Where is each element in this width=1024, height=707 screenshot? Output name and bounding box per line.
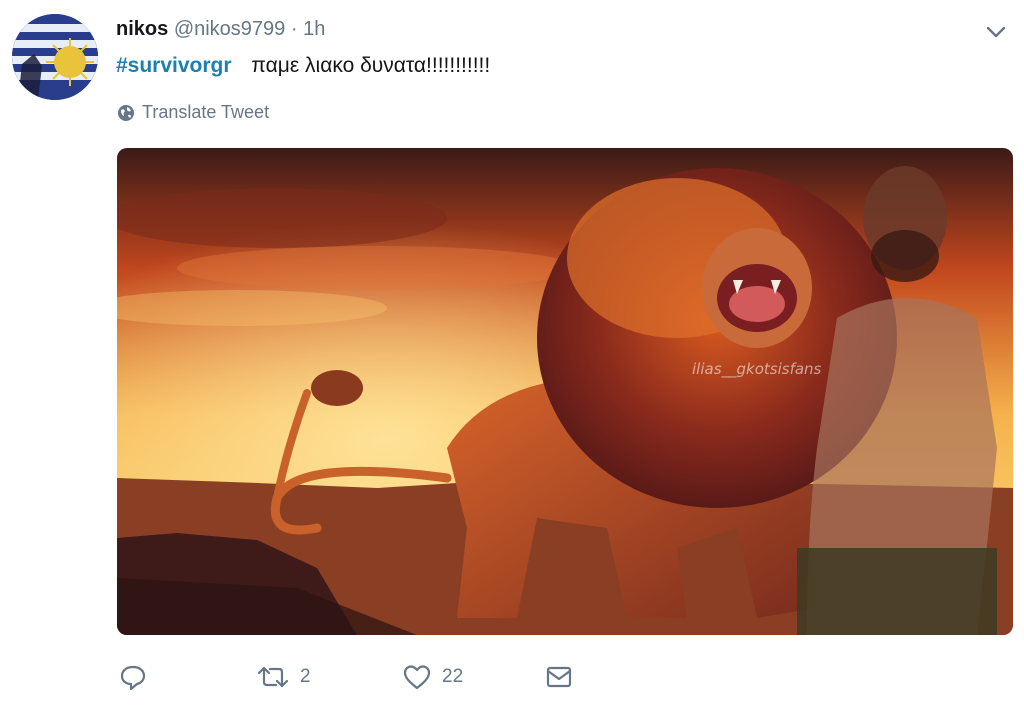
- retweet-count: 2: [300, 666, 311, 687]
- user-handle[interactable]: @nikos9799: [174, 18, 285, 40]
- tweet-body: παμε λιακο δυνατα!!!!!!!!!!!: [251, 54, 491, 77]
- tweet-media-image[interactable]: ilias__gkotsisfans: [117, 148, 1013, 635]
- chevron-down-icon[interactable]: [982, 18, 1010, 46]
- heart-icon: [403, 665, 431, 690]
- retweet-icon: [257, 666, 289, 688]
- avatar[interactable]: [12, 14, 98, 100]
- like-count: 22: [442, 666, 464, 687]
- retweet-button[interactable]: 2: [256, 662, 311, 692]
- like-button[interactable]: 22: [402, 662, 463, 692]
- reply-icon: [120, 665, 146, 691]
- tweet-header: nikos @nikos9799 · 1h: [116, 18, 325, 41]
- media-watermark: ilias__gkotsisfans: [692, 360, 822, 378]
- timestamp[interactable]: 1h: [303, 18, 325, 40]
- reply-button[interactable]: [118, 662, 158, 692]
- direct-message-button[interactable]: [544, 662, 574, 692]
- translate-tweet-link[interactable]: Translate Tweet: [116, 102, 269, 123]
- hashtag-link[interactable]: #survivorgr: [116, 54, 232, 77]
- envelope-icon: [546, 666, 572, 688]
- tweet-text: #survivorgr παμε λιακο δυνατα!!!!!!!!!!!: [116, 54, 490, 78]
- display-name[interactable]: nikos: [116, 18, 168, 40]
- translate-label: Translate Tweet: [142, 102, 270, 122]
- globe-icon: [118, 104, 134, 121]
- lion-photo: [117, 148, 1013, 635]
- separator: ·: [290, 18, 298, 40]
- avatar-image: [12, 14, 98, 100]
